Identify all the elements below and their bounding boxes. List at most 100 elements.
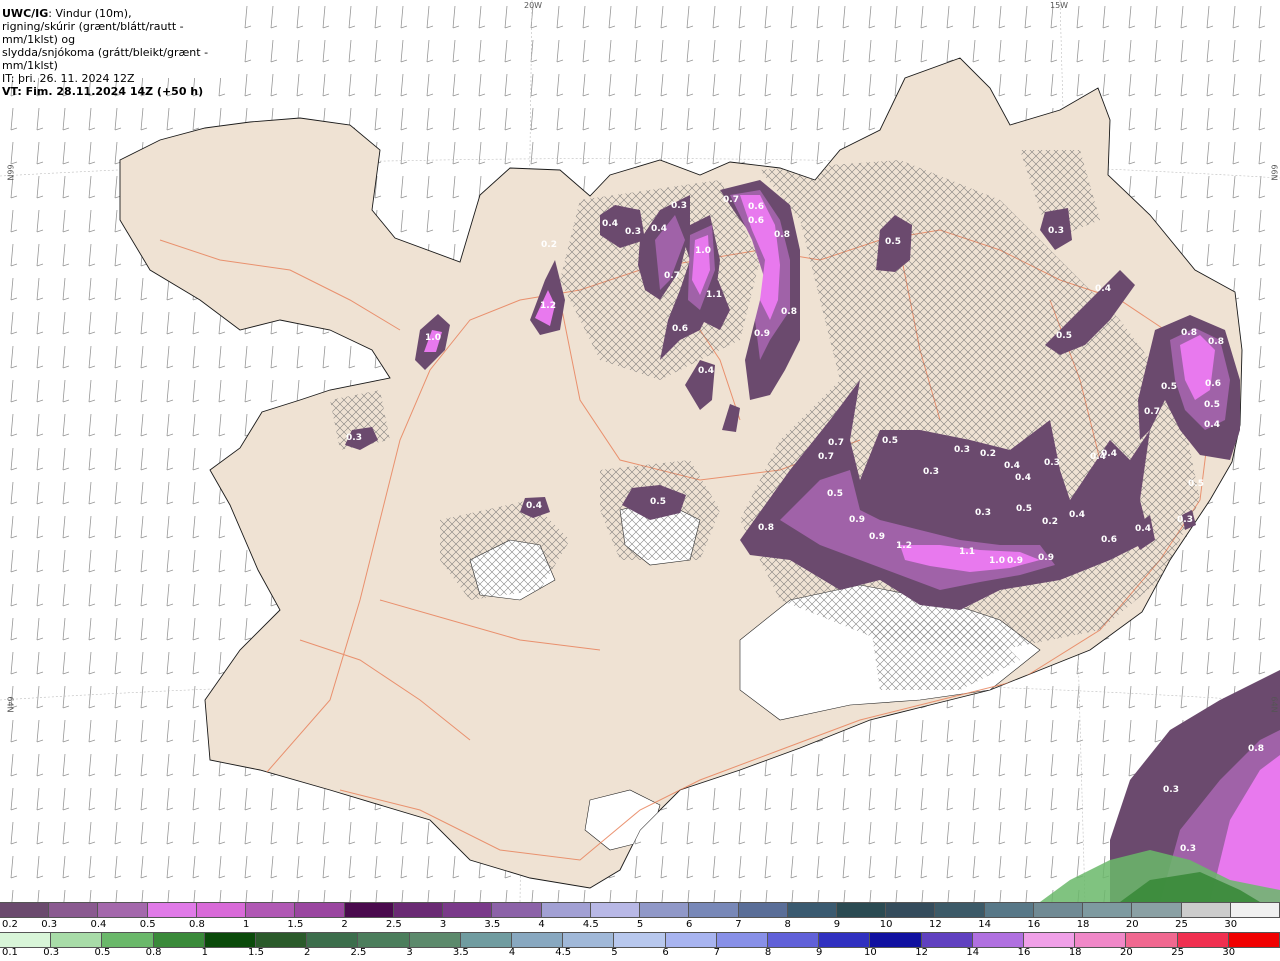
legend-label: 6 — [686, 919, 693, 930]
legend-label: 20 — [1125, 919, 1139, 930]
legend-label: 4.5 — [555, 947, 572, 958]
precip-value-label: 1.2 — [896, 541, 912, 551]
legend-label: 14 — [978, 919, 991, 930]
precip-value-label: 0.5 — [1056, 331, 1072, 341]
initial-time: IT: þri. 26. 11. 2024 12Z — [2, 72, 135, 85]
precip-value-label: 0.6 — [748, 202, 764, 212]
lat-label-64n-left: 64N — [5, 696, 15, 713]
legend-label: 2 — [304, 947, 311, 958]
legend-snow-labels: 0.2 0.3 0.4 0.5 0.8 1 1.5 2 2.5 3 3.5 4 4.5 5 6 7 8 9 10 12… — [0, 919, 1280, 933]
legend-swatch — [51, 933, 103, 947]
precip-value-label: 0.5 — [1188, 479, 1204, 489]
legend-swatch — [393, 903, 444, 917]
precip-value-label: 0.6 — [1101, 535, 1117, 545]
precip-value-label: 0.5 — [1016, 504, 1032, 514]
precip-value-label: 0.9 — [1038, 553, 1054, 563]
legend-label: 8 — [764, 947, 772, 958]
legend-label: 12 — [929, 919, 942, 930]
lon-label-15w: 15W — [1050, 1, 1069, 10]
legend-label: 6 — [662, 947, 669, 958]
legend-label: 18 — [1076, 919, 1090, 930]
valid-time: VT: Fim. 28.11.2024 14Z (+50 h) — [2, 85, 204, 98]
legend-label: 4 — [508, 947, 516, 958]
legend-swatch — [1230, 903, 1280, 917]
legend-swatch — [614, 933, 666, 947]
precip-value-label: 0.2 — [541, 240, 557, 250]
lat-label-66n-right: 66N — [1269, 164, 1279, 181]
legend-label: 10 — [879, 919, 893, 930]
precip-value-label: 0.9 — [1007, 556, 1023, 566]
legend-swatch — [738, 903, 788, 917]
legend-swatch — [541, 903, 591, 917]
precip-value-label: 0.5 — [885, 237, 901, 247]
legend-snow-colorbar — [0, 902, 1280, 918]
precip-value-label: 1.0 — [695, 246, 711, 256]
legend-swatch — [1075, 933, 1127, 947]
legend-swatch — [256, 933, 308, 947]
precip-value-label: 0.4 — [1015, 473, 1031, 483]
precip-value-label: 0.3 — [923, 467, 939, 477]
legend-swatch — [196, 903, 247, 917]
legend-label: 3 — [439, 919, 447, 930]
legend-label: 0.3 — [43, 947, 60, 958]
legend-label: 18 — [1068, 947, 1082, 958]
legend-swatch — [1083, 903, 1133, 917]
precip-value-label: 0.3 — [975, 508, 991, 518]
lon-label-20w: 20W — [524, 1, 543, 10]
legend-label: 0.4 — [90, 919, 107, 930]
legend-swatch — [512, 933, 564, 947]
model-name: UWC/IG — [2, 7, 49, 20]
legend-label: 0.2 — [2, 919, 18, 930]
precip-value-label: 1.1 — [706, 290, 722, 300]
precip-value-label: 1.1 — [959, 547, 975, 557]
legend-swatch — [246, 903, 296, 917]
precip-value-label: 0.3 — [1177, 515, 1193, 525]
legend-rain-colorbar — [0, 932, 1280, 948]
legend-label: 10 — [864, 947, 877, 958]
precip-value-label: 0.9 — [849, 515, 865, 525]
legend-swatch — [590, 903, 641, 917]
precip-value-label: 0.2 — [1042, 517, 1058, 527]
legend-swatch — [886, 903, 936, 917]
legend-label: 2.5 — [385, 919, 402, 930]
precip-value-label: 0.5 — [827, 489, 843, 499]
legend-label: 3.5 — [484, 919, 501, 930]
legend-swatch — [443, 903, 493, 917]
info-line3: slydda/snjókoma (grátt/bleikt/grænt - mm… — [2, 46, 209, 72]
weather-map[interactable]: 0.3 0.4 0.3 0.4 0.7 0.6 0.6 0.8 1.0 0.7 1.1 0.8 0.6 0… — [0, 0, 1280, 902]
legend-swatch — [1033, 903, 1084, 917]
precip-value-label: 0.4 — [526, 501, 542, 511]
legend-swatch — [1181, 903, 1231, 917]
legend-swatch — [787, 903, 837, 917]
legend-swatch — [921, 933, 973, 947]
precip-value-label: 0.4 — [1204, 420, 1220, 430]
precip-value-label: 0.5 — [650, 497, 666, 507]
lat-label-64n-right: 64N — [1269, 696, 1279, 713]
legend-swatch — [0, 903, 50, 917]
legend-swatch — [344, 903, 394, 917]
legend-label: 25 — [1171, 947, 1184, 958]
legend-swatch — [819, 933, 871, 947]
precip-value-label: 0.3 — [954, 445, 970, 455]
legend-swatch — [665, 933, 717, 947]
precip-value-label: 0.4 — [1069, 510, 1085, 520]
map-canvas: 0.3 0.4 0.3 0.4 0.7 0.6 0.6 0.8 1.0 0.7 1.1 0.8 0.6 0… — [0, 0, 1280, 902]
precip-value-label: 0.4 — [602, 219, 618, 229]
precip-value-label: 0.3 — [1044, 458, 1060, 468]
legend-label: 3.5 — [452, 947, 469, 958]
legend-swatch — [358, 933, 410, 947]
precip-value-label: 0.3 — [1048, 226, 1064, 236]
legend-label: 0.5 — [139, 919, 156, 930]
legend-swatch — [716, 933, 769, 947]
legend-label: 16 — [1017, 947, 1031, 958]
precip-value-label: 0.7 — [723, 195, 739, 205]
precip-value-label: 0.5 — [1204, 400, 1220, 410]
legend-label: 5 — [636, 919, 644, 930]
legend-label: 2.5 — [350, 947, 367, 958]
precip-value-label: 0.7 — [828, 438, 844, 448]
precip-value-label: 0.4 — [1135, 524, 1151, 534]
precip-value-label: 0.6 — [672, 324, 688, 334]
precip-value-label: 0.9 — [754, 329, 770, 339]
precip-value-label: 0.2 — [980, 449, 996, 459]
legend-swatch — [972, 933, 1025, 947]
